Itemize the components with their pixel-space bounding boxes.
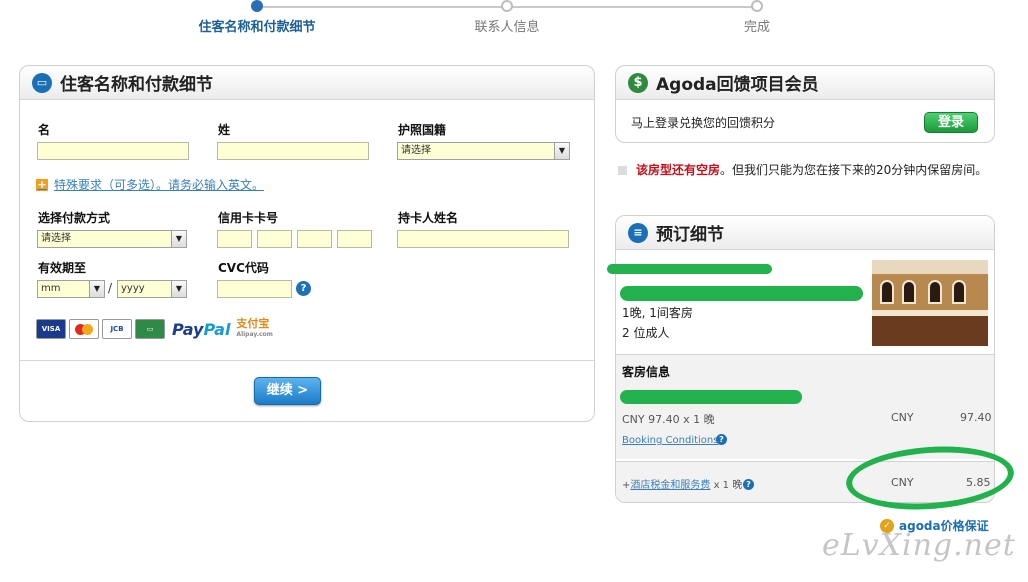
step-dot-icon (501, 0, 513, 12)
nights-rooms: 1晚, 1间客房 (622, 306, 693, 320)
booking-conditions-link[interactable]: Booking Conditions (622, 432, 718, 446)
payment-method-label: 选择付款方式 (38, 211, 111, 225)
adults-count: 2 位成人 (622, 326, 670, 340)
cardholder-input[interactable] (397, 230, 569, 248)
panel-header: $ Agoda回馈项目会员 (616, 66, 994, 100)
card-number-input-2[interactable] (257, 230, 292, 248)
nationality-label: 护照国籍 (398, 123, 447, 137)
expiry-year-select[interactable]: yyyy ▼ (117, 280, 187, 298)
step-dot-icon (751, 0, 763, 12)
chevron-down-icon: ▼ (171, 281, 186, 297)
room-info-label: 客房信息 (622, 365, 671, 379)
continue-button[interactable]: 继续 > (254, 377, 321, 405)
step-label: 完成 (743, 20, 770, 35)
document-icon: ≡ (628, 222, 648, 243)
panel-header: ≡ 预订细节 (616, 216, 994, 250)
card-number-input-1[interactable] (217, 230, 252, 248)
special-request-link[interactable]: + 特殊要求（可多选）。请务必输入英文。 (36, 176, 264, 193)
chevron-down-icon: ▼ (89, 281, 104, 297)
expiry-year-value: yyyy (121, 283, 145, 294)
expiry-separator: / (108, 281, 113, 295)
step-label: 联系人信息 (474, 20, 540, 35)
credit-card-icon: ▭ (32, 72, 52, 93)
panel-title: 住客名称和付款细节 (60, 75, 213, 95)
card-number-label: 信用卡卡号 (218, 211, 279, 225)
expiry-label: 有效期至 (38, 261, 87, 275)
step-dot-icon (251, 0, 263, 12)
cvc-input[interactable] (217, 280, 292, 298)
rate-line: CNY 97.40 x 1 晚 (622, 413, 715, 426)
redaction-mark (620, 390, 802, 404)
first-name-label: 名 (38, 123, 51, 137)
dollar-icon: $ (628, 72, 648, 93)
payment-method-value: 请选择 (41, 233, 71, 244)
availability-text: 。但我们只能为您在接下来的20分钟内保留房间。 (720, 163, 988, 177)
nationality-select[interactable]: 请选择 ▼ (397, 142, 570, 160)
paypal-logo: PayPal (172, 319, 231, 339)
help-icon[interactable]: ? (716, 434, 727, 445)
availability-highlight: 该房型还有空房 (636, 163, 721, 177)
rate-currency: CNY (891, 411, 914, 424)
step-contact-info: 联系人信息 (417, 0, 597, 35)
mastercard-logo (69, 319, 99, 339)
special-request-text: 特殊要求（可多选）。请务必输入英文。 (54, 178, 265, 192)
progress-steps: 住客名称和付款细节 联系人信息 完成 (0, 0, 1028, 40)
jcb-logo: JCB (102, 319, 132, 339)
redaction-mark (607, 264, 772, 274)
card-number-input-4[interactable] (337, 230, 372, 248)
payment-logos: VISA JCB ▭ PayPal 支付宝 Alipay.com (36, 318, 273, 340)
help-icon[interactable]: ? (296, 281, 311, 296)
watermark: eLvXing.net (822, 528, 1016, 563)
booking-title: 预订细节 (656, 225, 724, 245)
expiry-month-select[interactable]: mm ▼ (37, 280, 105, 298)
plus-icon: + (36, 177, 48, 191)
rewards-title: Agoda回馈项目会员 (656, 75, 819, 95)
bullet-icon (618, 166, 627, 175)
help-icon[interactable]: ? (743, 479, 754, 490)
payment-method-select[interactable]: 请选择 ▼ (37, 230, 187, 248)
first-name-input[interactable] (37, 142, 189, 160)
tax-link[interactable]: 酒店税金和服务费 (630, 480, 710, 491)
hotel-photo (872, 260, 988, 346)
step-guest-payment: 住客名称和付款细节 (167, 0, 347, 35)
cardholder-label: 持卡人姓名 (398, 211, 459, 225)
room-info-section: 客房信息 CNY 97.40 x 1 晚 CNY 97.40 Booking C… (616, 354, 994, 459)
nationality-select-value: 请选择 (401, 145, 431, 156)
panel-header: ▭ 住客名称和付款细节 (20, 66, 594, 100)
alipay-logo: 支付宝 Alipay.com (236, 317, 273, 338)
step-label: 住客名称和付款细节 (198, 20, 316, 35)
rewards-panel: $ Agoda回馈项目会员 马上登录兑换您的回馈积分 登录 (615, 65, 995, 143)
cash-card-logo: ▭ (135, 319, 165, 339)
redaction-mark (620, 286, 863, 301)
card-number-input-3[interactable] (297, 230, 332, 248)
rewards-text: 马上登录兑换您的回馈积分 (631, 116, 776, 130)
login-button[interactable]: 登录 (924, 112, 978, 133)
form-divider (20, 360, 594, 361)
expiry-month-value: mm (41, 283, 61, 294)
visa-logo: VISA (36, 319, 66, 339)
chevron-down-icon: ▼ (554, 143, 569, 159)
last-name-input[interactable] (217, 142, 369, 160)
chevron-down-icon: ▼ (171, 231, 186, 247)
last-name-label: 姓 (218, 123, 231, 137)
cvc-label: CVC代码 (218, 261, 269, 275)
availability-notice: 该房型还有空房。但我们只能为您在接下来的20分钟内保留房间。 (616, 162, 996, 179)
rate-amount: 97.40 (960, 411, 992, 424)
step-complete: 完成 (667, 0, 847, 35)
tax-line: +酒店税金和服务费 x 1 晚 (622, 480, 743, 491)
